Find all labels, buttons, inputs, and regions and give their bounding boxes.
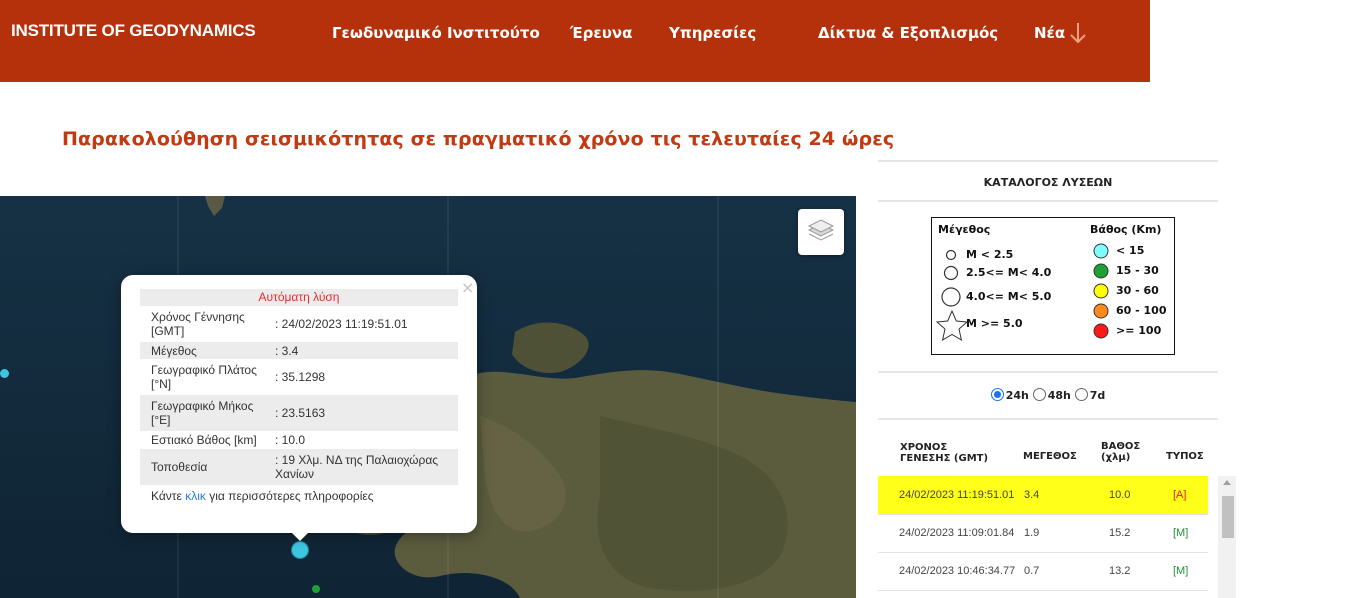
cell-type: [A] bbox=[1173, 489, 1187, 501]
table-scrollbar[interactable] bbox=[1218, 476, 1236, 598]
column-header-time-2: ΓΕΝΕΣΗΣ (GMT) bbox=[900, 453, 989, 464]
nav-item-research[interactable]: Έρευνα bbox=[570, 24, 632, 42]
period-label-7d: 7d bbox=[1089, 389, 1106, 402]
scroll-thumb[interactable] bbox=[1222, 496, 1234, 538]
popup-row: Γεωγραφικό Μήκος [°E] : 23.5163 bbox=[140, 395, 458, 431]
popup-label: Εστιακό Βάθος [km] bbox=[151, 433, 257, 447]
legend-depth-5: >= 100 bbox=[1116, 324, 1162, 337]
cell-depth: 10.0 bbox=[1109, 489, 1131, 501]
nav-item-services[interactable]: Υπηρεσίες bbox=[669, 24, 756, 42]
popup-value: : 24/02/2023 11:19:51.01 bbox=[275, 317, 408, 331]
legend-depth-1: < 15 bbox=[1116, 244, 1145, 257]
legend-mag-4: M >= 5.0 bbox=[966, 317, 1023, 330]
cell-time: 24/02/2023 11:09:01.84 bbox=[899, 527, 1015, 539]
cell-depth: 13.2 bbox=[1109, 565, 1131, 577]
earthquake-marker-selected[interactable] bbox=[291, 541, 309, 559]
popup-row: Τοποθεσία : 19 Χλμ. ΝΔ της Παλαιοχώρας Χ… bbox=[140, 449, 458, 485]
divider bbox=[878, 371, 1218, 373]
popup-row: Γεωγραφικό Πλάτος [°N] : 35.1298 bbox=[140, 359, 458, 395]
column-header-time[interactable]: ΧΡΟΝΟΣ ΓΕΝΕΣΗΣ (GMT) bbox=[900, 442, 988, 464]
popup-value: : 23.5163 bbox=[275, 406, 326, 420]
popup-value: : 35.1298 bbox=[275, 370, 326, 384]
cell-type: [M] bbox=[1173, 527, 1189, 539]
divider bbox=[878, 160, 1218, 162]
earthquake-marker[interactable] bbox=[312, 585, 320, 593]
cell-depth: 15.2 bbox=[1109, 527, 1131, 539]
popup-label: Μέγεθος bbox=[151, 343, 197, 358]
period-selector: 24h 48h 7d bbox=[878, 388, 1218, 402]
earthquake-popup: Αυτόματη λύση Χρόνος Γέννησης [GMT] : 24… bbox=[121, 275, 477, 533]
legend-box: Μέγεθος Βάθος (Km) M < 2.5 2.5<= M< 4.0 … bbox=[931, 217, 1175, 355]
popup-value: : 3.4 bbox=[275, 343, 299, 358]
arrow-down-icon[interactable] bbox=[1068, 20, 1088, 46]
legend-mag-2: 2.5<= M< 4.0 bbox=[966, 266, 1052, 279]
page-title: Παρακολούθηση σεισμικότητας σε πραγματικ… bbox=[62, 128, 895, 150]
cell-magnitude: 0.7 bbox=[1024, 565, 1040, 577]
legend-depth-4: 60 - 100 bbox=[1116, 304, 1167, 317]
brand-logo-text[interactable]: INSTITUTE OF GEODYNAMICS bbox=[11, 21, 256, 41]
popup-row: Χρόνος Γέννησης [GMT] : 24/02/2023 11:19… bbox=[140, 306, 458, 342]
catalog-title: ΚΑΤΑΛΟΓΟΣ ΛΥΣΕΩΝ bbox=[983, 176, 1113, 189]
legend-depth-3: 30 - 60 bbox=[1116, 284, 1159, 297]
column-header-magnitude[interactable]: ΜΕΓΕΘΟΣ bbox=[1023, 451, 1077, 462]
cell-magnitude: 3.4 bbox=[1024, 489, 1040, 501]
cell-type: [M] bbox=[1173, 565, 1189, 577]
popup-footer: Κάντε κλικ για περισσότερες πληροφορίες bbox=[140, 489, 458, 503]
more-info-link[interactable]: κλικ bbox=[185, 489, 206, 503]
cell-time: 24/02/2023 10:46:34.77 bbox=[899, 565, 1016, 577]
column-header-type[interactable]: ΤΥΠΟΣ bbox=[1166, 451, 1204, 462]
table-row[interactable]: 24/02/2023 11:09:01.84 1.9 15.2 [M] bbox=[878, 514, 1208, 553]
radio-7d[interactable] bbox=[1074, 388, 1088, 401]
popup-footer-pre: Κάντε bbox=[151, 489, 186, 503]
popup-heading: Αυτόματη λύση bbox=[140, 289, 458, 306]
popup-footer-post: για περισσότερες πληροφορίες bbox=[205, 489, 374, 503]
popup-close-button[interactable]: × bbox=[461, 278, 474, 297]
nav-item-news[interactable]: Νέα bbox=[1034, 24, 1065, 42]
popup-row: Εστιακό Βάθος [km] : 10.0 bbox=[140, 431, 458, 449]
layers-icon bbox=[807, 219, 835, 241]
earthquake-marker[interactable] bbox=[0, 369, 9, 378]
popup-tip bbox=[290, 531, 310, 541]
popup-value: : 19 Χλμ. ΝΔ της Παλαιοχώρας Χανίων bbox=[275, 453, 439, 481]
period-label-24h: 24h bbox=[1005, 389, 1029, 402]
radio-48h[interactable] bbox=[1032, 388, 1046, 401]
column-header-depth[interactable]: ΒΑΘΟΣ (χλμ) bbox=[1101, 441, 1140, 463]
divider bbox=[878, 200, 1218, 202]
catalog-panel: ΚΑΤΑΛΟΓΟΣ ΛΥΣΕΩΝ Μέγεθος Βάθος (Km) M < … bbox=[878, 160, 1218, 598]
cell-magnitude: 1.9 bbox=[1024, 527, 1040, 539]
divider bbox=[878, 418, 1218, 420]
column-header-time-1: ΧΡΟΝΟΣ bbox=[900, 442, 948, 453]
legend-mag-1: M < 2.5 bbox=[966, 248, 1014, 261]
popup-label: Γεωγραφικό Πλάτος [°N] bbox=[151, 363, 257, 391]
period-label-48h: 48h bbox=[1047, 389, 1071, 402]
column-header-depth-1: ΒΑΘΟΣ bbox=[1101, 441, 1141, 452]
scroll-up-icon[interactable] bbox=[1223, 480, 1231, 485]
popup-row: Μέγεθος : 3.4 bbox=[140, 342, 458, 359]
radio-24h[interactable] bbox=[990, 388, 1004, 401]
table-row[interactable]: 24/02/2023 11:19:51.01 3.4 10.0 [A] bbox=[878, 476, 1208, 515]
layers-button[interactable] bbox=[798, 209, 844, 255]
popup-label: Γεωγραφικό Μήκος [°E] bbox=[151, 399, 254, 427]
popup-label: Χρόνος Γέννησης [GMT] bbox=[151, 310, 245, 338]
cell-time: 24/02/2023 11:19:51.01 bbox=[899, 489, 1015, 501]
popup-value: : 10.0 bbox=[275, 433, 306, 447]
legend-depth-2: 15 - 30 bbox=[1116, 264, 1159, 277]
top-navbar: INSTITUTE OF GEODYNAMICS Γεωδυναμικό Ινσ… bbox=[0, 0, 1150, 82]
popup-label: Τοποθεσία bbox=[151, 460, 208, 474]
legend-mag-3: 4.0<= M< 5.0 bbox=[966, 290, 1052, 303]
nav-item-institute[interactable]: Γεωδυναμικό Ινστιτούτο bbox=[332, 24, 540, 42]
nav-item-networks[interactable]: Δίκτυα & Εξοπλισμός bbox=[818, 24, 998, 42]
table-row[interactable]: 24/02/2023 10:46:34.77 0.7 13.2 [M] bbox=[878, 552, 1208, 591]
column-header-depth-2: (χλμ) bbox=[1101, 452, 1131, 463]
